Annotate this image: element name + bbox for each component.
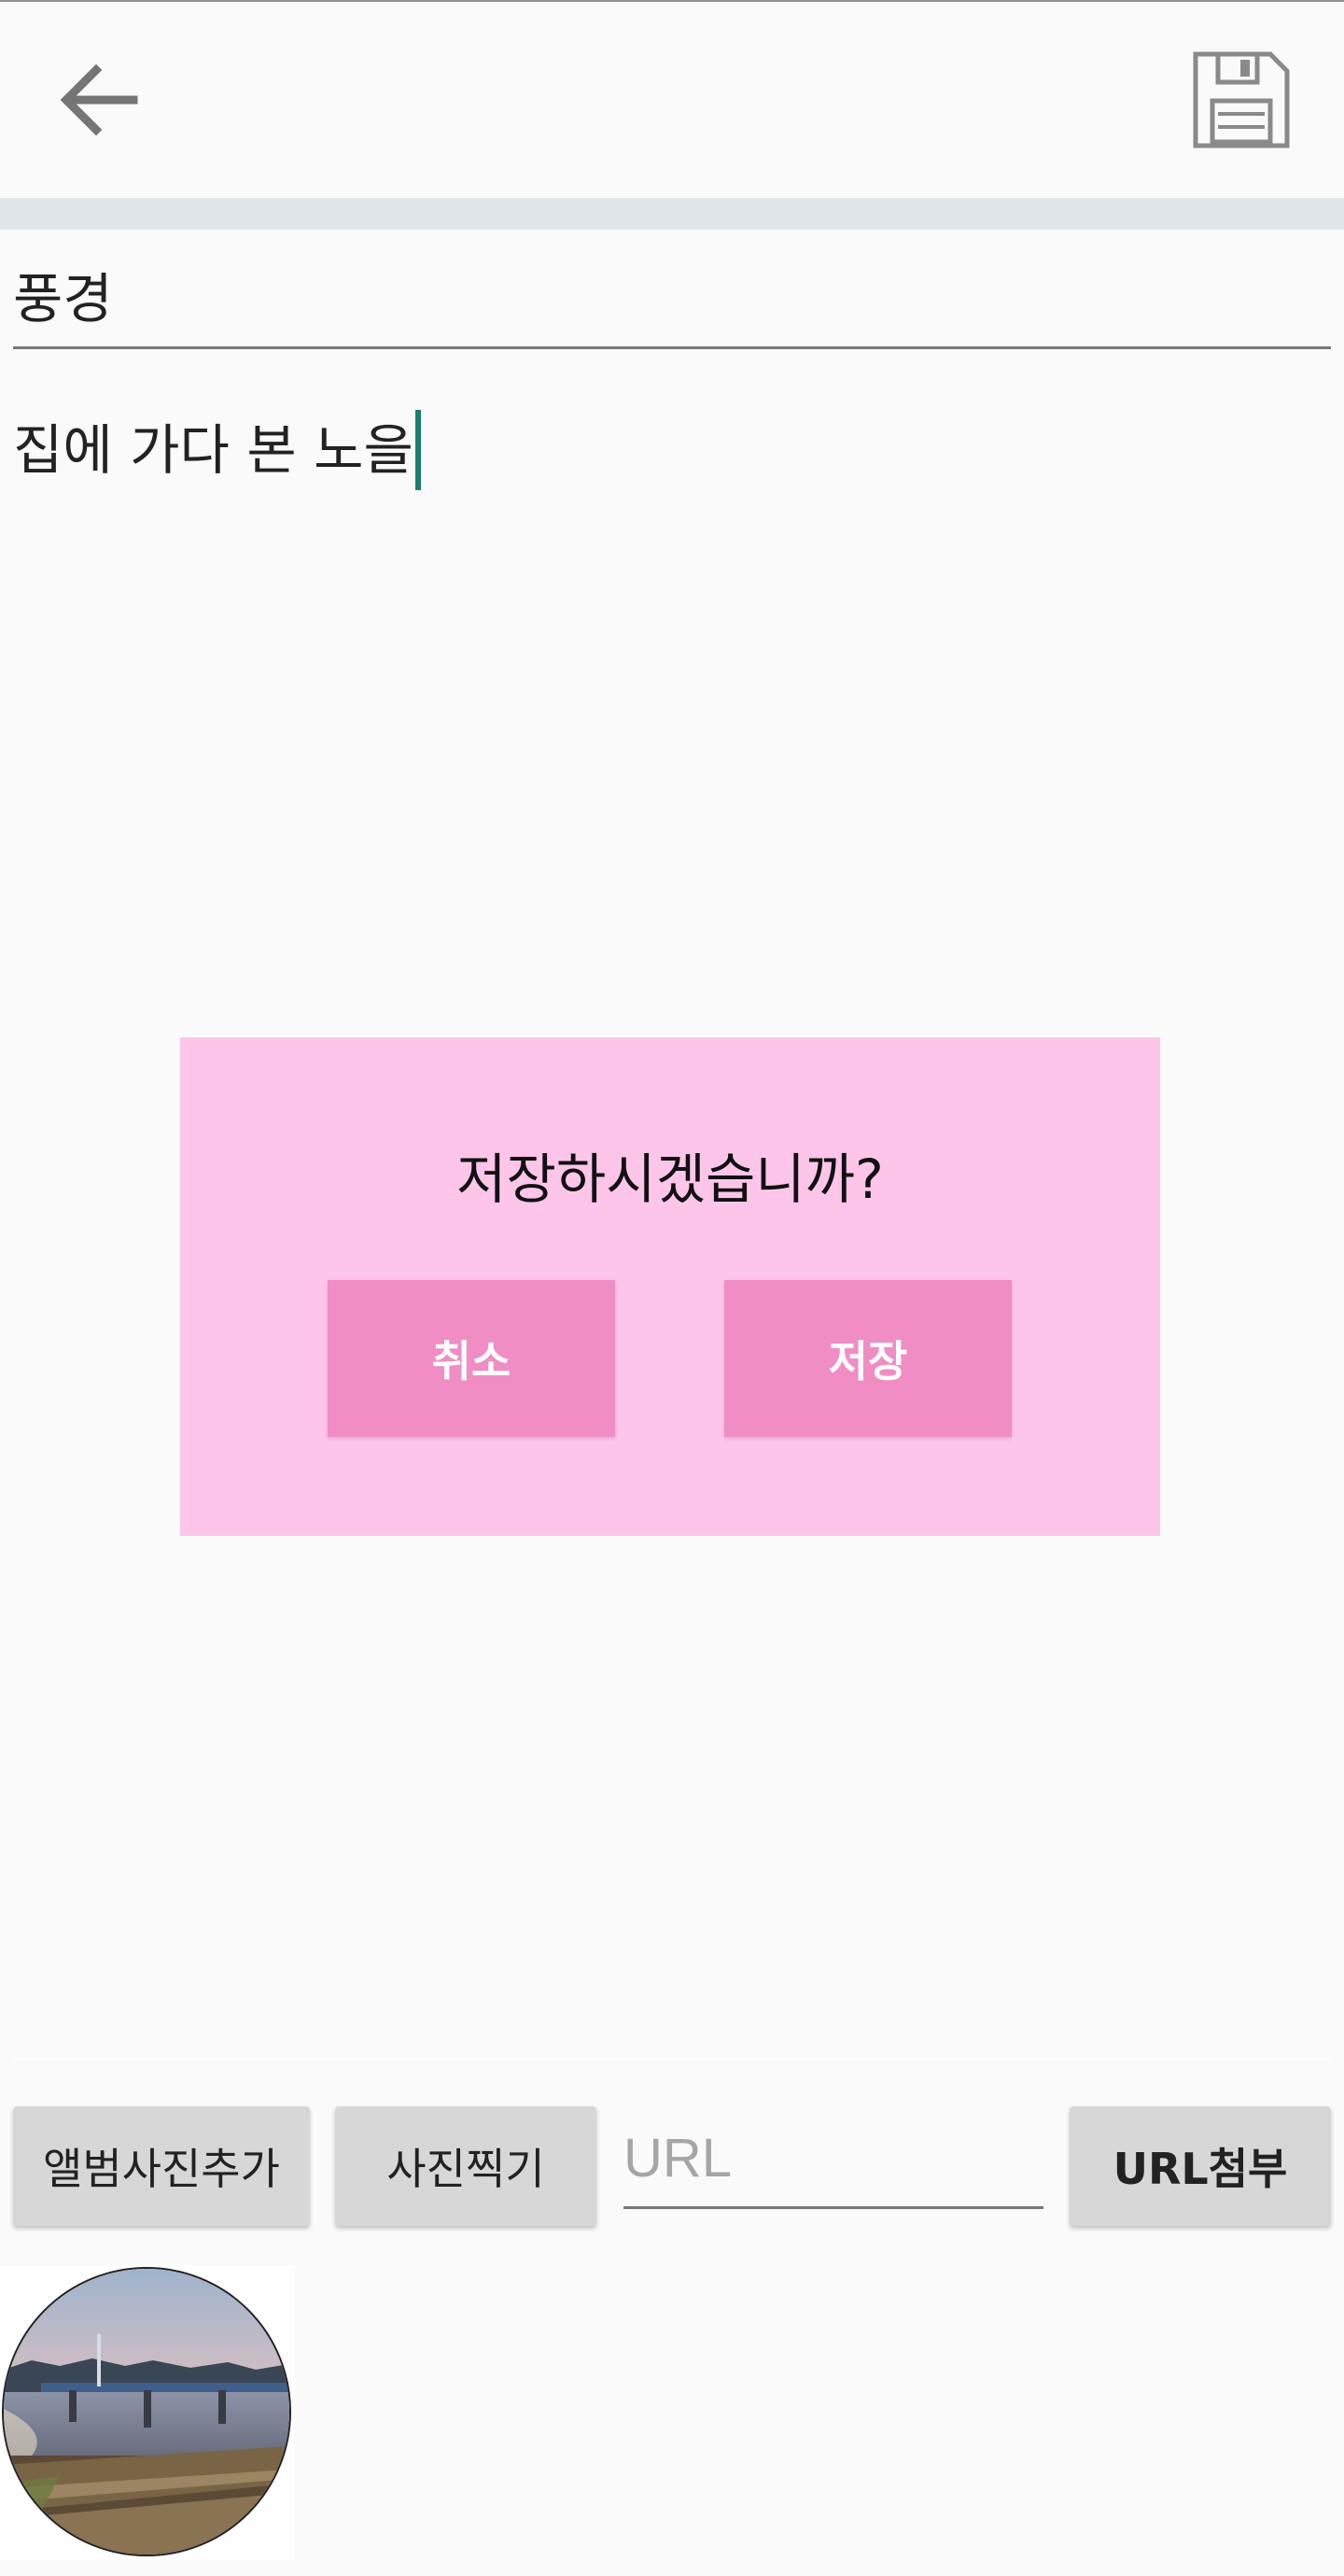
- body-field[interactable]: 집에 가다 본 노을: [13, 409, 421, 494]
- body-text: 집에 가다 본 노을: [13, 418, 413, 482]
- floppy-disk-icon: [1193, 51, 1290, 148]
- cancel-button[interactable]: 취소: [328, 1280, 615, 1437]
- url-input[interactable]: [623, 2110, 1043, 2212]
- add-album-photo-button[interactable]: 앨범사진추가: [13, 2106, 310, 2226]
- arrow-left-icon: [60, 63, 138, 136]
- url-field[interactable]: [623, 2110, 1043, 2212]
- header-divider: [0, 198, 1344, 230]
- take-photo-button[interactable]: 사진찍기: [335, 2106, 596, 2226]
- save-confirm-dialog: 저장하시겠습니까? 취소 저장: [180, 1037, 1160, 1536]
- back-button[interactable]: [37, 44, 159, 156]
- dialog-message: 저장하시겠습니까?: [456, 1147, 884, 1211]
- text-cursor: [414, 409, 421, 490]
- sunset-photo: [2, 2267, 291, 2556]
- attach-url-button[interactable]: URL첨부: [1070, 2106, 1331, 2226]
- bottom-divider: [13, 2057, 1331, 2061]
- title-text: 풍경: [13, 267, 113, 331]
- save-button[interactable]: [1185, 44, 1297, 156]
- top-app-bar: [0, 0, 1344, 198]
- confirm-save-button[interactable]: 저장: [724, 1280, 1012, 1437]
- title-field[interactable]: 풍경: [13, 252, 1331, 349]
- attached-photo-thumbnail[interactable]: [0, 2265, 295, 2560]
